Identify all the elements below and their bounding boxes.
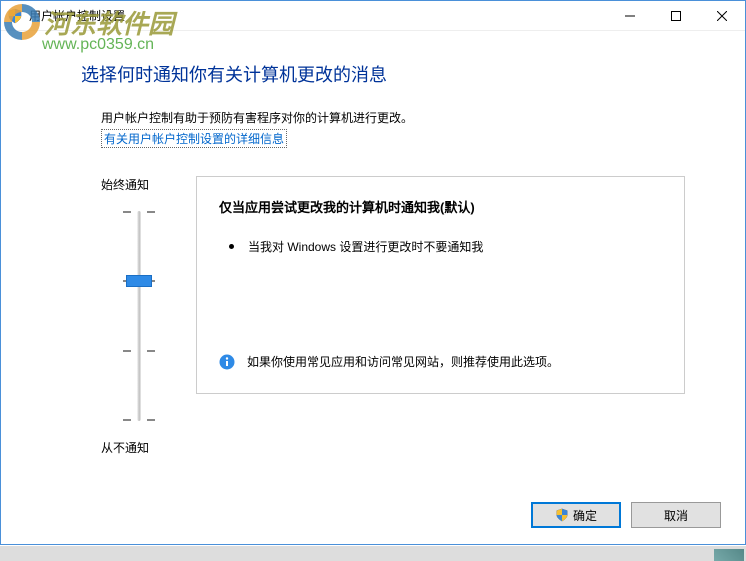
close-button[interactable] bbox=[699, 1, 745, 31]
ok-button-label: 确定 bbox=[573, 507, 597, 524]
taskbar-fragment bbox=[0, 546, 746, 561]
slider-label-never: 从不通知 bbox=[101, 439, 149, 456]
slider-track[interactable] bbox=[119, 211, 159, 421]
cancel-button-label: 取消 bbox=[664, 507, 688, 524]
slider-label-always: 始终通知 bbox=[101, 176, 149, 193]
notification-slider: 始终通知 从不通知 bbox=[81, 176, 196, 456]
page-subtext: 用户帐户控制有助于预防有害程序对你的计算机进行更改。 bbox=[101, 109, 685, 126]
slider-thumb[interactable] bbox=[126, 275, 152, 287]
uac-shield-icon bbox=[7, 8, 23, 24]
ok-button[interactable]: 确定 bbox=[531, 502, 621, 528]
window-title: 用户帐户控制设置 bbox=[29, 7, 607, 24]
setting-title: 仅当应用尝试更改我的计算机时通知我(默认) bbox=[219, 197, 662, 216]
titlebar: 用户帐户控制设置 bbox=[1, 1, 745, 31]
setting-detail: 当我对 Windows 设置进行更改时不要通知我 bbox=[248, 238, 483, 255]
cancel-button[interactable]: 取消 bbox=[631, 502, 721, 528]
uac-settings-window: 用户帐户控制设置 选择何时通知你有关计算机更改的消息 用户帐户控制有助于预防有害… bbox=[0, 0, 746, 545]
bullet-icon bbox=[229, 244, 234, 249]
page-heading: 选择何时通知你有关计算机更改的消息 bbox=[81, 61, 685, 87]
maximize-button[interactable] bbox=[653, 1, 699, 31]
uac-shield-icon bbox=[555, 508, 569, 522]
content-area: 选择何时通知你有关计算机更改的消息 用户帐户控制有助于预防有害程序对你的计算机进… bbox=[1, 31, 745, 456]
recommendation-text: 如果你使用常见应用和访问常见网站，则推荐使用此选项。 bbox=[247, 353, 559, 371]
setting-description-panel: 仅当应用尝试更改我的计算机时通知我(默认) 当我对 Windows 设置进行更改… bbox=[196, 176, 685, 394]
info-icon bbox=[219, 354, 235, 370]
details-link[interactable]: 有关用户帐户控制设置的详细信息 bbox=[101, 129, 287, 148]
minimize-button[interactable] bbox=[607, 1, 653, 31]
dialog-buttons: 确定 取消 bbox=[531, 502, 721, 528]
